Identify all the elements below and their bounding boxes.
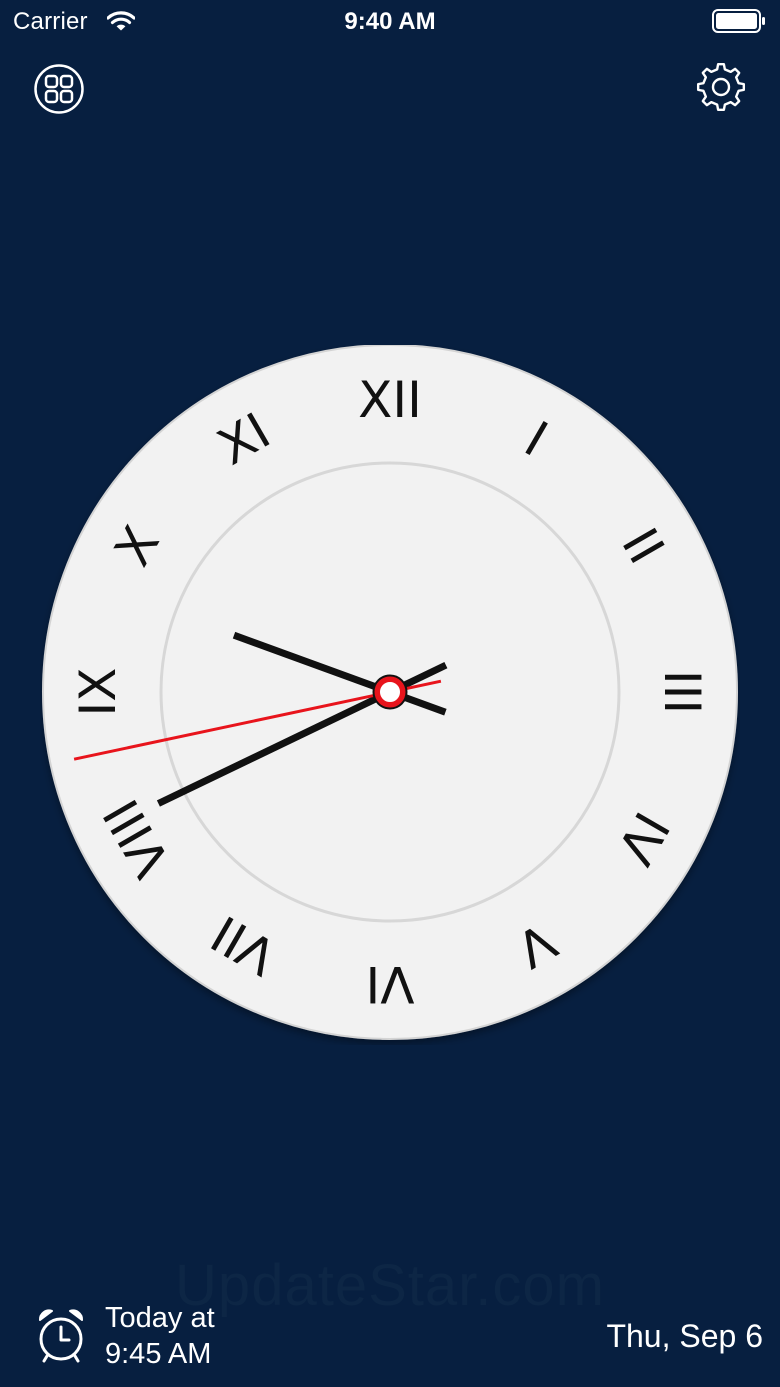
current-date: Thu, Sep 6 bbox=[606, 1318, 763, 1354]
alarm-line-1: Today at bbox=[105, 1302, 215, 1334]
numeral-xii: XII bbox=[358, 371, 422, 429]
numeral-vi: VI bbox=[366, 955, 415, 1013]
settings-button[interactable] bbox=[694, 60, 748, 114]
center-pin bbox=[374, 676, 406, 708]
numeral-iii: III bbox=[653, 670, 711, 714]
status-time: 9:40 AM bbox=[344, 8, 436, 35]
apps-button[interactable] bbox=[33, 63, 85, 115]
grid-apps-icon bbox=[44, 74, 74, 104]
analog-clock: XIIIIIIIIIVVVIVIIVIIIIXXXI bbox=[42, 345, 738, 1040]
battery-icon bbox=[712, 9, 765, 33]
alarm-time: 9:45 AM bbox=[105, 1338, 212, 1370]
alarm-text: Today at 9:45 AM bbox=[105, 1300, 215, 1372]
numeral-ix: IX bbox=[69, 668, 127, 717]
status-bar: Carrier 9:40 AM bbox=[0, 0, 780, 44]
gear-icon bbox=[696, 62, 746, 112]
alarm-clock-icon bbox=[39, 1309, 83, 1363]
